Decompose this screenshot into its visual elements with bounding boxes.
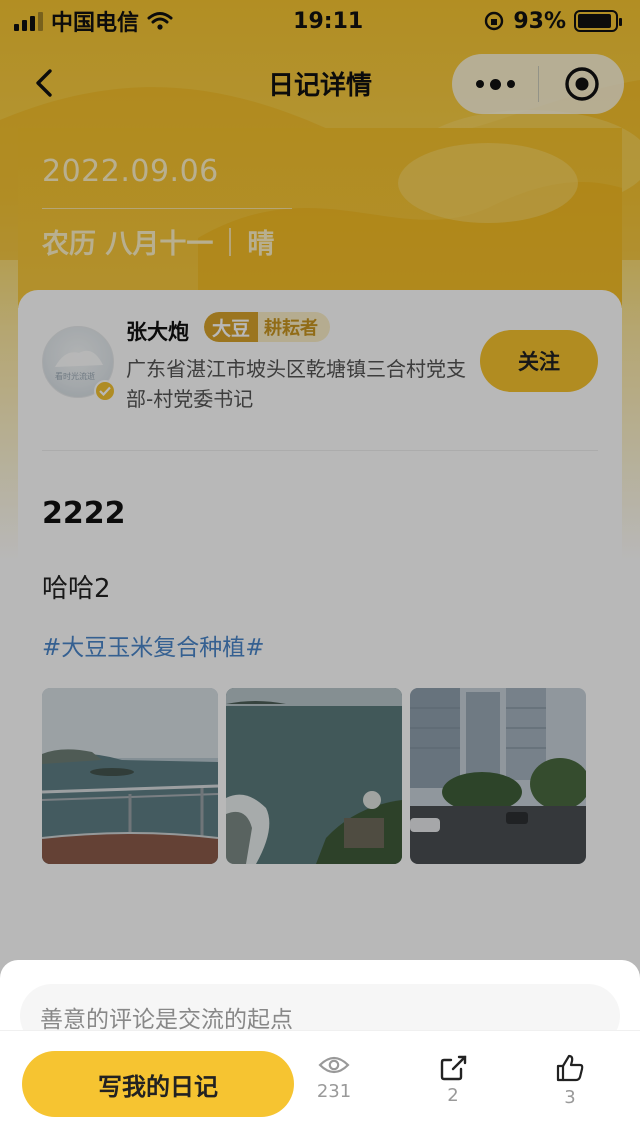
photo-city-street[interactable]: [410, 688, 586, 864]
post-card: 看时光流逝 张大炮 大豆 耕耘者 广东省湛江市坡头区乾塘镇三合村党支部-村党委书…: [18, 290, 622, 960]
like-count: 3: [564, 1087, 576, 1108]
carrier-name: 中国电信: [51, 11, 140, 36]
thumbs-up-icon[interactable]: [555, 1053, 585, 1083]
badge-secondary: 耕耘者: [264, 318, 319, 339]
orientation-lock-icon: [485, 11, 504, 31]
comment-sheet: 善意的评论是交流的起点: [0, 960, 640, 1048]
diary-date: 2022.09.06: [42, 154, 219, 189]
lunar-weather-row: 农历 八月十一 晴: [42, 222, 274, 261]
clock: 19:11: [293, 8, 364, 34]
target-icon[interactable]: [539, 66, 624, 102]
eye-icon: [318, 1056, 350, 1074]
mini-program-capsule: [452, 54, 624, 114]
battery-fill: [578, 14, 612, 28]
share-count: 2: [447, 1085, 459, 1106]
author-name[interactable]: 张大炮: [126, 316, 189, 346]
lunar-date: 农历 八月十一: [42, 229, 214, 260]
status-left: 中国电信: [14, 5, 173, 37]
weather: 晴: [247, 229, 275, 260]
nav-bar: 日记详情: [0, 52, 640, 114]
lunar-separator: [229, 227, 232, 256]
write-diary-button[interactable]: 写我的日记: [22, 1051, 294, 1117]
signal-icon: [14, 11, 43, 31]
share-stat[interactable]: 2: [413, 1053, 493, 1106]
page-title: 日记详情: [267, 70, 372, 101]
share-icon[interactable]: [439, 1053, 467, 1081]
bottom-bar: 写我的日记 231 2 3: [0, 1030, 640, 1136]
post-title: 2222: [42, 496, 126, 531]
verified-check-icon: [94, 380, 116, 402]
photo-grid: [42, 688, 586, 864]
battery-percent: 93%: [513, 8, 566, 34]
battery-icon: [574, 10, 622, 32]
status-bar: 中国电信 19:11 93%: [0, 0, 640, 42]
photo-sea-waves[interactable]: [226, 688, 402, 864]
more-dots-icon[interactable]: [452, 78, 538, 90]
photo-coastal-cliff[interactable]: [42, 688, 218, 864]
follow-button[interactable]: 关注: [480, 330, 598, 392]
avatar-caption: 看时光流逝: [55, 372, 95, 381]
status-right: 93%: [483, 8, 622, 34]
chevron-left-icon[interactable]: [28, 66, 62, 100]
post-body: 哈哈2: [42, 574, 111, 604]
diary-header: 2022.09.06 农历 八月十一 晴: [18, 128, 622, 308]
author-description: 广东省湛江市坡头区乾塘镇三合村党支部-村党委书记: [126, 357, 466, 411]
wifi-icon: [147, 12, 173, 30]
diary-content: 2022.09.06 农历 八月十一 晴 看时光流逝 张大炮 大豆 耕耘者 广东…: [18, 128, 622, 960]
views-stat: 231: [294, 1053, 374, 1102]
author-badge: 大豆 耕耘者: [204, 312, 331, 342]
views-count: 231: [316, 1081, 352, 1102]
badge-primary: 大豆: [204, 312, 259, 342]
card-divider: [42, 450, 598, 451]
date-divider: [42, 208, 292, 209]
topic-tag[interactable]: #大豆玉米复合种植#: [42, 628, 265, 662]
like-stat[interactable]: 3: [530, 1053, 610, 1108]
